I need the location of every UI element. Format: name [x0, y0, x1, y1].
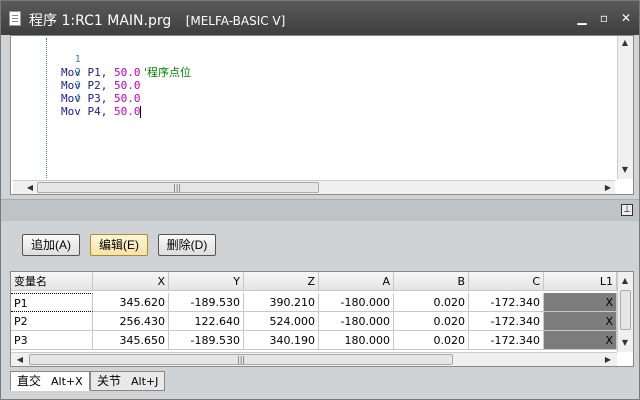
edit-button[interactable]: 编辑(E): [90, 234, 148, 256]
column-header[interactable]: Y: [169, 272, 244, 291]
scroll-down-icon[interactable]: ▼: [618, 336, 632, 350]
tab-cartesian[interactable]: 直交 Alt+X: [10, 371, 90, 391]
cell-z[interactable]: 524.000: [244, 312, 319, 331]
cell-l1[interactable]: X: [544, 312, 617, 331]
text-caret: [140, 106, 142, 118]
tab-shortcut: Alt+X: [51, 375, 83, 388]
cell-y[interactable]: -189.530: [169, 293, 244, 312]
code-number: 50.0: [113, 79, 141, 92]
code-number: 50.0: [113, 105, 141, 118]
tab-joint[interactable]: 关节 Alt+J: [90, 371, 166, 391]
title-bar[interactable]: 程序 1:RC1 MAIN.prg [MELFA-BASIC V] ▁ ▫ ✕: [1, 1, 639, 35]
scroll-right-icon[interactable]: ▶: [601, 181, 615, 195]
cell-x[interactable]: 345.620: [93, 293, 169, 312]
delete-button[interactable]: 删除(D): [158, 234, 216, 256]
cell-l1[interactable]: X: [544, 293, 617, 312]
scroll-up-icon[interactable]: ▲: [618, 274, 632, 288]
column-header[interactable]: X: [93, 272, 169, 291]
window-title-program: 程序 1:RC1 MAIN.prg: [29, 13, 172, 29]
tab-shortcut: Alt+J: [131, 375, 159, 388]
cell-a[interactable]: -180.000: [319, 293, 394, 312]
code-line[interactable]: 4 Mov P4, 50.0: [11, 79, 142, 118]
restore-icon[interactable]: ▫: [597, 11, 611, 25]
scroll-up-icon[interactable]: ▲: [618, 36, 632, 50]
window-title: 程序 1:RC1 MAIN.prg [MELFA-BASIC V]: [29, 10, 285, 30]
code-editor[interactable]: 1 Mov P1, 50.0 '程序点位 2 Mov P2, 50.0 3 Mo…: [10, 35, 634, 195]
code-text: Mov P4, 50.0: [61, 105, 142, 118]
cell-x[interactable]: 256.430: [93, 312, 169, 331]
close-icon[interactable]: ✕: [619, 11, 633, 25]
pin-icon[interactable]: ⊥: [621, 204, 633, 216]
scroll-left-icon[interactable]: ◀: [23, 181, 37, 195]
scroll-right-icon[interactable]: ▶: [601, 353, 615, 366]
code-comment: '程序点位: [140, 66, 192, 79]
table-vertical-scrollbar[interactable]: ▲ ▼: [617, 272, 633, 352]
cell-a[interactable]: -180.000: [319, 312, 394, 331]
table-horizontal-scrollbar[interactable]: ◀ ||| ▶: [11, 352, 617, 366]
line-number: 3: [74, 80, 81, 91]
cell-z[interactable]: 390.210: [244, 293, 319, 312]
tab-label: 关节: [97, 374, 122, 388]
cell-y[interactable]: -189.530: [169, 331, 244, 350]
code-number: 50.0: [113, 92, 141, 105]
cell-name[interactable]: P3: [11, 331, 93, 350]
column-header[interactable]: 变量名: [11, 272, 93, 291]
add-button[interactable]: 追加(A): [22, 234, 80, 256]
code-line[interactable]: 2 Mov P2, 50.0: [11, 53, 140, 92]
program-editor-window: 程序 1:RC1 MAIN.prg [MELFA-BASIC V] ▁ ▫ ✕ …: [0, 0, 640, 400]
panel-splitter[interactable]: ⊥: [1, 199, 639, 221]
tab-label: 直交: [17, 374, 42, 388]
editor-vertical-scrollbar[interactable]: ▲ ▼: [617, 36, 633, 179]
cell-l1[interactable]: X: [544, 331, 617, 350]
column-header[interactable]: B: [394, 272, 469, 291]
scroll-grip-icon: |||: [237, 355, 246, 364]
line-number: 4: [74, 93, 81, 104]
cell-c[interactable]: -172.340: [469, 293, 544, 312]
code-line[interactable]: 3 Mov P3, 50.0: [11, 66, 140, 105]
cell-b[interactable]: 0.020: [394, 293, 469, 312]
scroll-grip-icon: |||: [173, 183, 182, 192]
cell-name[interactable]: P2: [11, 312, 93, 331]
line-number: 1: [74, 54, 81, 65]
code-number: 50.0: [113, 66, 141, 79]
scroll-left-icon[interactable]: ◀: [13, 353, 27, 366]
scroll-down-icon[interactable]: ▼: [618, 163, 632, 177]
cell-b[interactable]: 0.020: [394, 331, 469, 350]
column-header[interactable]: L1: [544, 272, 617, 291]
cell-name[interactable]: P1: [11, 293, 93, 312]
position-variable-table[interactable]: 变量名 X Y Z A B C L1 P1 345.620 -189.530 3…: [10, 271, 634, 367]
column-header[interactable]: C: [469, 272, 544, 291]
cell-c[interactable]: -172.340: [469, 331, 544, 350]
column-header[interactable]: Z: [244, 272, 319, 291]
cell-y[interactable]: 122.640: [169, 312, 244, 331]
column-header[interactable]: A: [319, 272, 394, 291]
minimize-icon[interactable]: ▁: [575, 11, 589, 25]
cell-a[interactable]: 180.000: [319, 331, 394, 350]
window-title-language: [MELFA-BASIC V]: [185, 14, 286, 28]
document-icon: [9, 11, 21, 26]
cell-x[interactable]: 345.650: [93, 331, 169, 350]
cell-z[interactable]: 340.190: [244, 331, 319, 350]
line-number: 2: [74, 67, 81, 78]
scroll-thumb[interactable]: [620, 290, 631, 330]
editor-horizontal-scrollbar[interactable]: ◀ ||| ▶: [13, 180, 615, 194]
code-line[interactable]: 1 Mov P1, 50.0 '程序点位: [11, 40, 191, 79]
variable-toolbar: 追加(A) 编辑(E) 删除(D): [10, 225, 634, 265]
cell-b[interactable]: 0.020: [394, 312, 469, 331]
coordinate-tabs: 直交 Alt+X 关节 Alt+J: [10, 371, 634, 393]
code-command: Mov P4,: [61, 105, 114, 118]
cell-c[interactable]: -172.340: [469, 312, 544, 331]
